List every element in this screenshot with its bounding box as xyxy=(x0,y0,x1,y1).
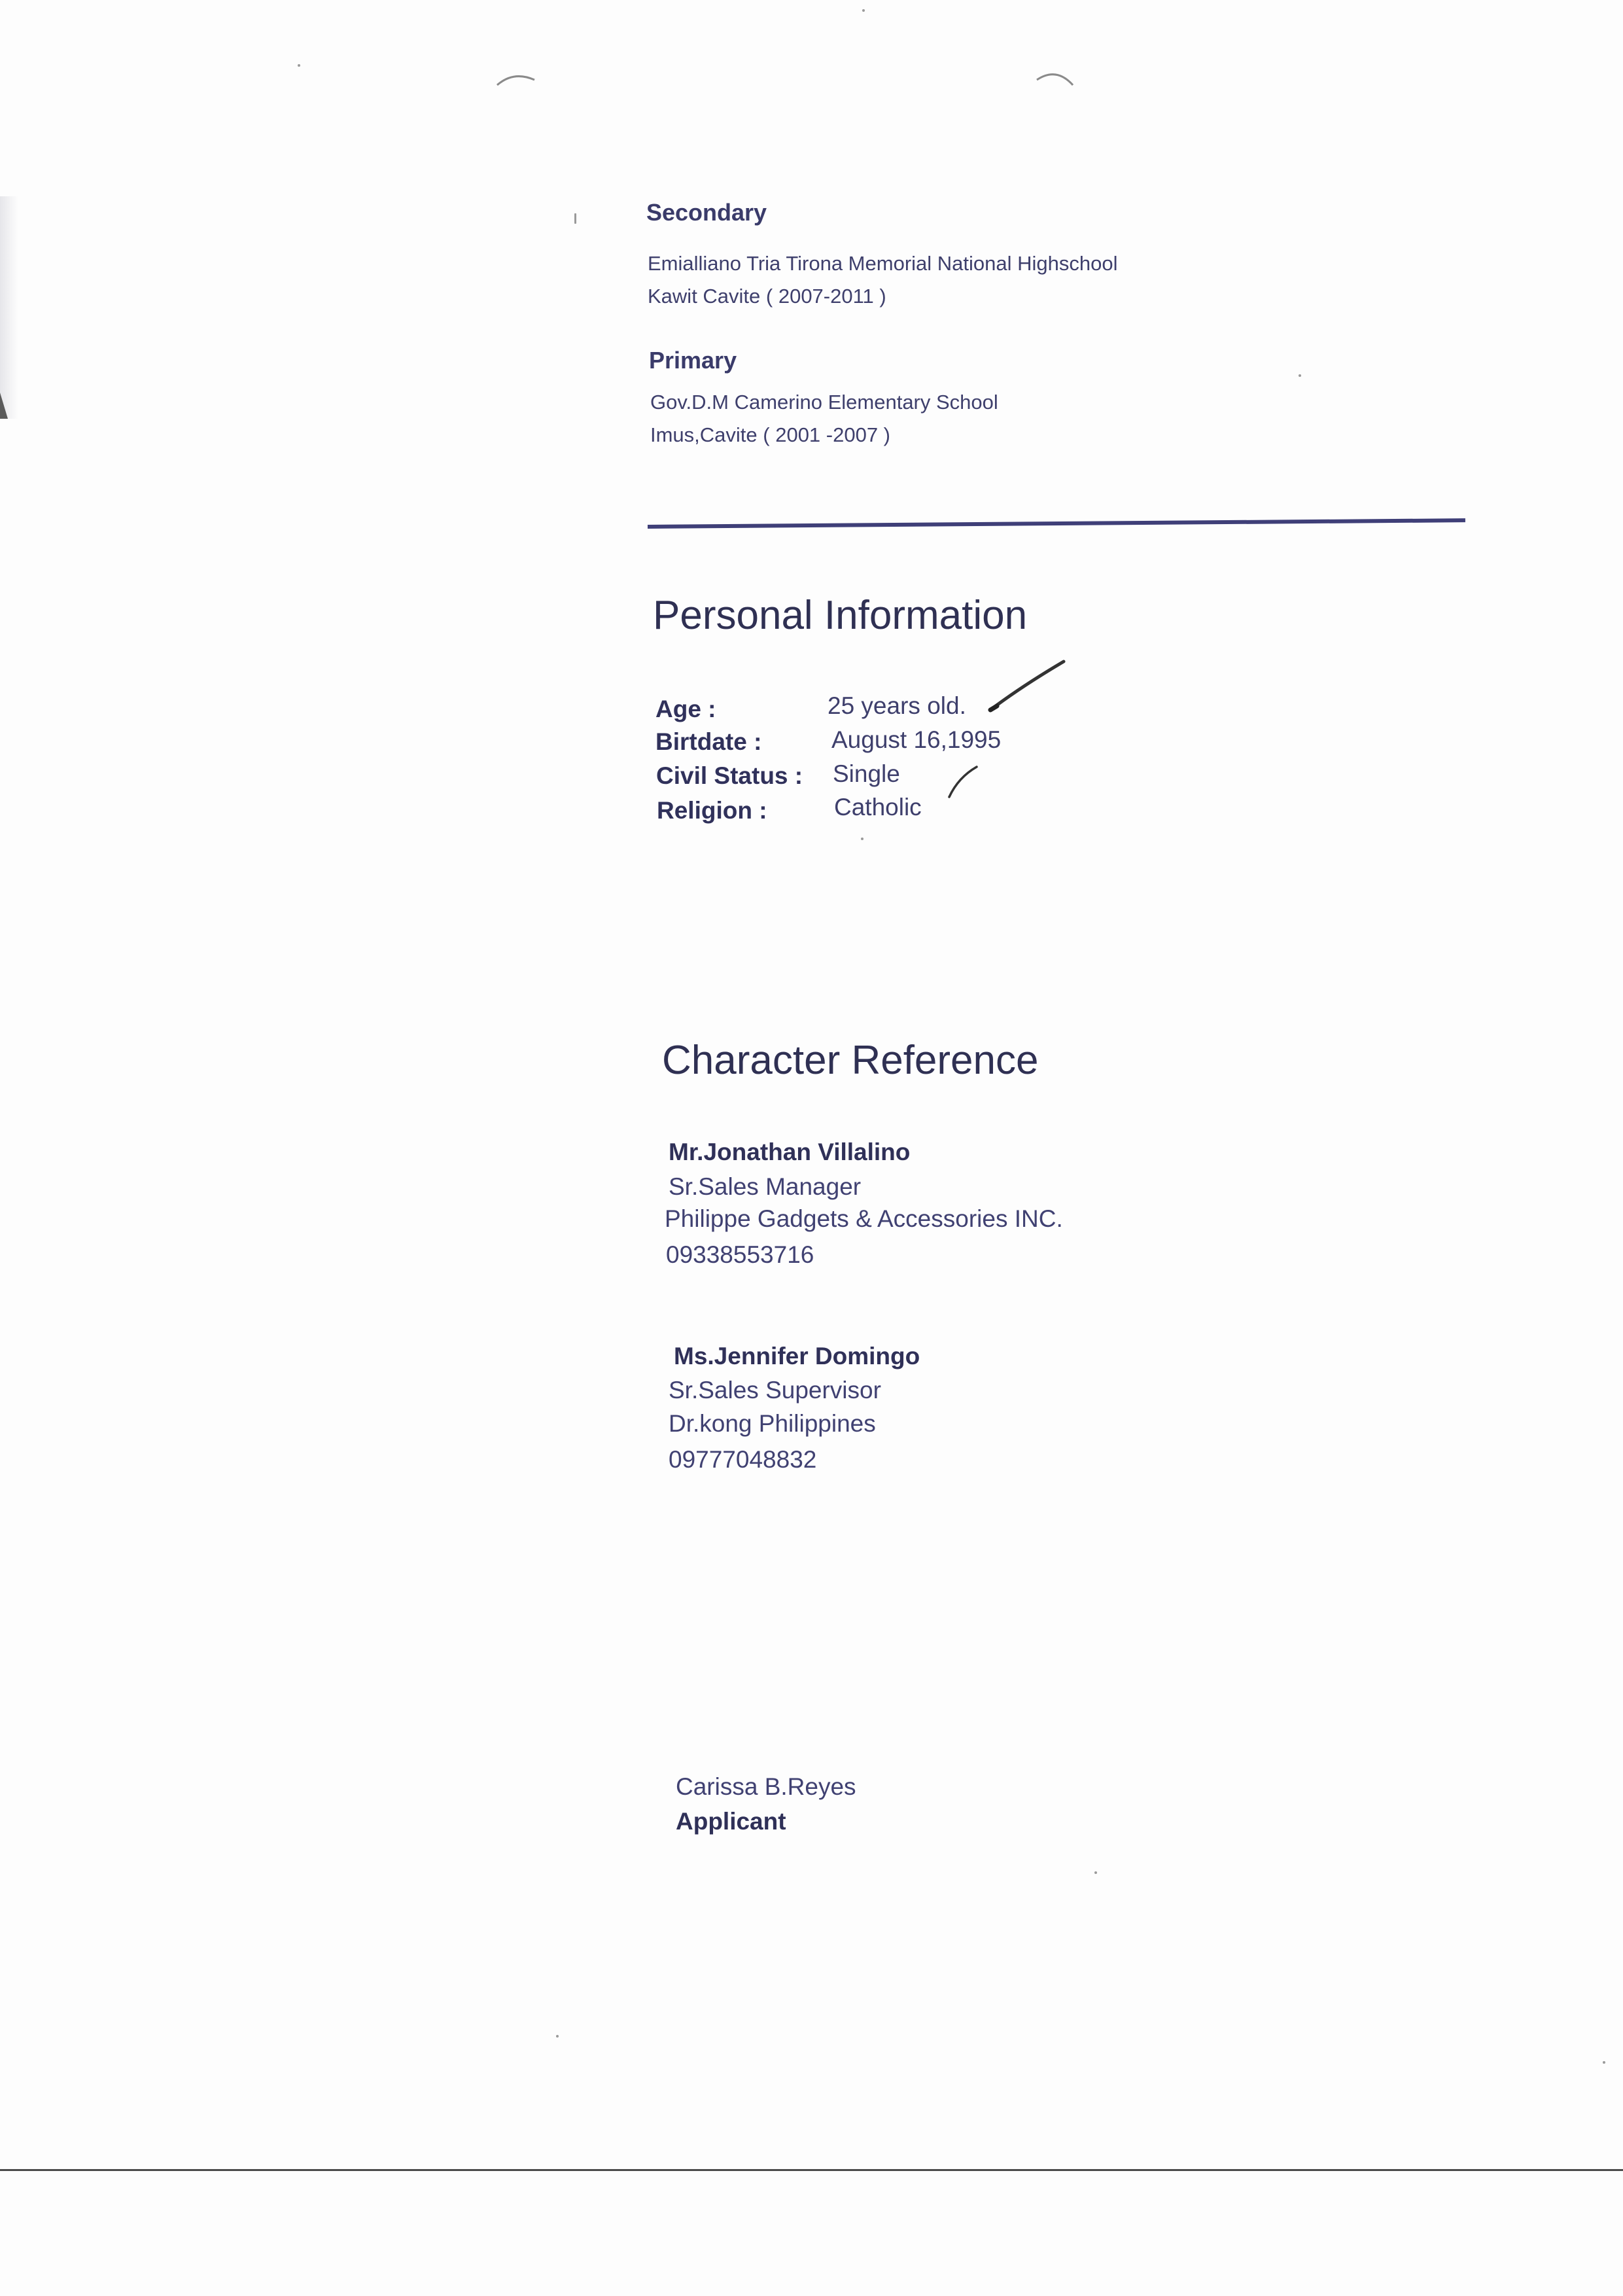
scan-speck xyxy=(298,64,300,67)
religion-label: Religion : xyxy=(657,797,767,824)
scan-speck xyxy=(861,838,864,840)
reference-1-company: Philippe Gadgets & Accessories INC. xyxy=(665,1205,1063,1232)
scan-speck xyxy=(574,213,576,224)
personal-information-title: Personal Information xyxy=(653,593,1028,638)
handwritten-check-mark xyxy=(948,766,978,798)
reference-2-name: Ms.Jennifer Domingo xyxy=(674,1343,920,1369)
scan-speck xyxy=(1299,374,1301,377)
scan-speck xyxy=(862,9,865,12)
primary-school: Gov.D.M Camerino Elementary School xyxy=(650,391,998,414)
reference-2-phone: 09777048832 xyxy=(669,1446,817,1473)
birthdate-label: Birtdate : xyxy=(655,728,762,755)
age-label: Age : xyxy=(655,696,716,722)
character-reference-title: Character Reference xyxy=(662,1038,1039,1083)
punch-hole-mark-left xyxy=(497,75,535,86)
primary-location-years: Imus,Cavite ( 2001 -2007 ) xyxy=(650,423,891,446)
reference-2-company: Dr.kong Philippines xyxy=(669,1410,876,1437)
page-bottom-edge xyxy=(0,2169,1623,2171)
reference-1-name: Mr.Jonathan Villalino xyxy=(669,1139,911,1165)
punch-hole-mark-right xyxy=(1036,73,1074,86)
age-value: 25 years old. xyxy=(828,692,966,719)
handwritten-check-mark xyxy=(988,660,1066,713)
section-divider xyxy=(647,518,1465,529)
scan-speck xyxy=(1094,1871,1097,1874)
scan-edge-shadow xyxy=(0,196,18,419)
applicant-role: Applicant xyxy=(676,1808,786,1835)
secondary-heading: Secondary xyxy=(646,199,767,226)
secondary-location-years: Kawit Cavite ( 2007-2011 ) xyxy=(648,285,886,308)
birthdate-value: August 16,1995 xyxy=(831,726,1002,753)
religion-value: Catholic xyxy=(834,794,922,821)
reference-1-position: Sr.Sales Manager xyxy=(669,1173,862,1200)
scan-speck xyxy=(1603,2061,1605,2064)
primary-heading: Primary xyxy=(649,347,737,374)
reference-1-phone: 09338553716 xyxy=(666,1241,814,1268)
scan-speck xyxy=(556,2035,559,2038)
applicant-name: Carissa B.Reyes xyxy=(676,1773,856,1800)
secondary-school: Emialliano Tria Tirona Memorial National… xyxy=(648,252,1118,275)
civil-status-value: Single xyxy=(833,760,900,787)
reference-2-position: Sr.Sales Supervisor xyxy=(669,1377,881,1404)
civil-status-label: Civil Status : xyxy=(656,762,803,789)
